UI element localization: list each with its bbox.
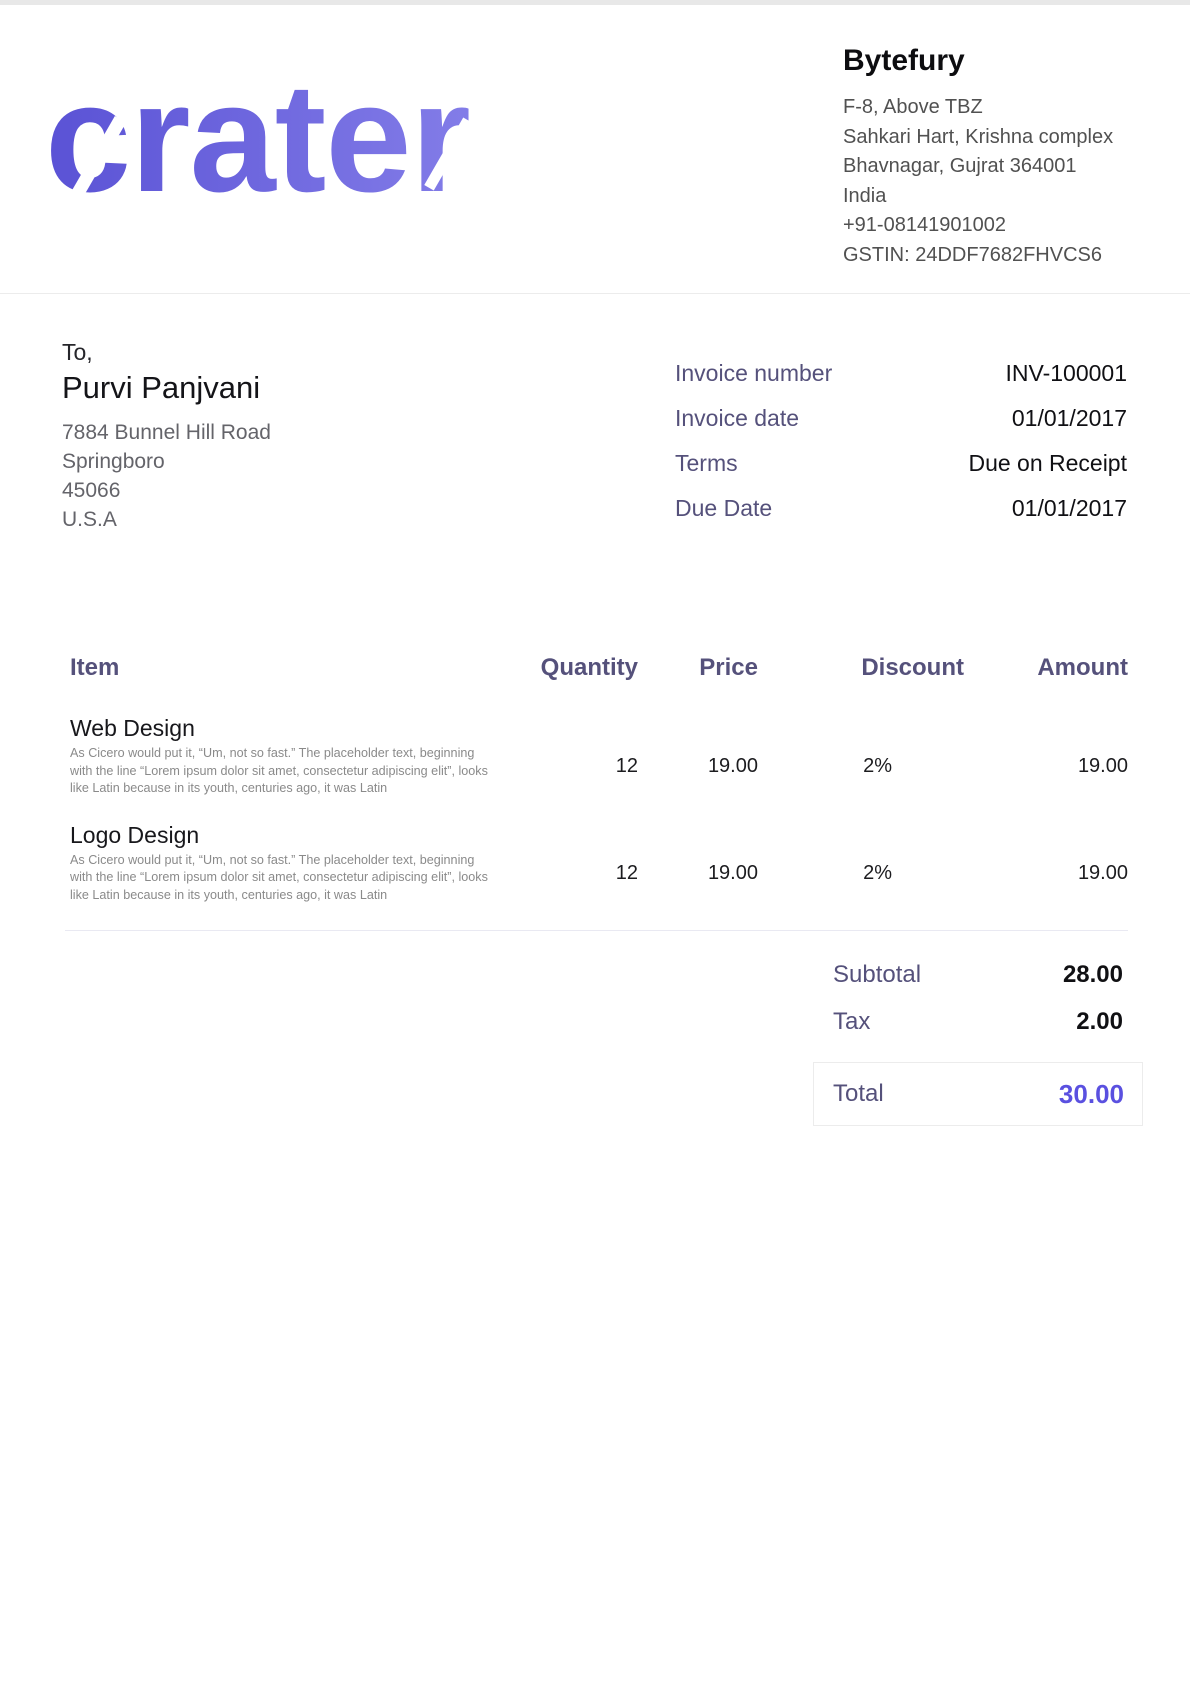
header-quantity: Quantity	[530, 655, 638, 681]
item-amount: 19.00	[964, 822, 1128, 905]
recipient-address-line: U.S.A	[62, 505, 482, 534]
company-address: F-8, Above TBZ Sahkari Hart, Krishna com…	[843, 93, 1173, 270]
subtotal-row: Subtotal 28.00	[813, 961, 1143, 989]
company-address-line: India	[843, 182, 1173, 212]
item-name: Logo Design	[70, 822, 530, 848]
invoice-date-value: 01/01/2017	[1012, 403, 1127, 433]
item-cell: Web Design As Cicero would put it, “Um, …	[70, 715, 530, 798]
header-price: Price	[638, 655, 758, 681]
company-block: Bytefury F-8, Above TBZ Sahkari Hart, Kr…	[843, 41, 1173, 270]
terms-value: Due on Receipt	[968, 448, 1127, 478]
subtotal-label: Subtotal	[833, 961, 921, 989]
invoice-date-label: Invoice date	[675, 403, 799, 433]
invoice-header: crater Bytefury F-8, Above TBZ Sahkari H…	[0, 5, 1190, 294]
item-cell: Logo Design As Cicero would put it, “Um,…	[70, 822, 530, 905]
items-table-header: Item Quantity Price Discount Amount	[70, 655, 1128, 681]
company-address-line: Sahkari Hart, Krishna complex	[843, 123, 1173, 153]
tax-label: Tax	[833, 1008, 870, 1036]
invoice-page: crater Bytefury F-8, Above TBZ Sahkari H…	[0, 0, 1190, 1684]
header-amount: Amount	[964, 655, 1128, 681]
subtotal-value: 28.00	[1063, 961, 1123, 989]
header-discount: Discount	[758, 655, 964, 681]
company-gstin: GSTIN: 24DDF7682FHVCS6	[843, 241, 1173, 271]
terms-label: Terms	[675, 448, 738, 478]
item-description: As Cicero would put it, “Um, not so fast…	[70, 852, 494, 905]
item-amount: 19.00	[964, 715, 1128, 798]
meta-row-invoice-number: Invoice number INV-100001	[675, 358, 1127, 403]
recipient-name: Purvi Panjvani	[62, 368, 482, 408]
tax-value: 2.00	[1076, 1008, 1123, 1036]
item-quantity: 12	[530, 822, 638, 905]
invoice-number-value: INV-100001	[1006, 358, 1127, 388]
company-phone: +91-08141901002	[843, 211, 1173, 241]
items-table: Item Quantity Price Discount Amount Web …	[70, 655, 1128, 928]
crater-logo: crater	[45, 63, 515, 213]
bill-to-block: To, Purvi Panjvani 7884 Bunnel Hill Road…	[62, 338, 482, 534]
total-value: 30.00	[1059, 1079, 1124, 1109]
item-price: 19.00	[638, 822, 758, 905]
item-description: As Cicero would put it, “Um, not so fast…	[70, 745, 494, 798]
table-row: Logo Design As Cicero would put it, “Um,…	[70, 822, 1128, 905]
tax-row: Tax 2.00	[813, 1008, 1143, 1036]
company-name: Bytefury	[843, 41, 1173, 81]
item-discount: 2%	[758, 715, 964, 798]
due-date-value: 01/01/2017	[1012, 493, 1127, 523]
item-name: Web Design	[70, 715, 530, 741]
meta-row-terms: Terms Due on Receipt	[675, 448, 1127, 493]
company-address-line: Bhavnagar, Gujrat 364001	[843, 152, 1173, 182]
total-box: Total 30.00	[813, 1062, 1143, 1126]
recipient-address-line: 45066	[62, 476, 482, 505]
total-label: Total	[833, 1080, 884, 1108]
company-address-line: F-8, Above TBZ	[843, 93, 1173, 123]
recipient-address-line: Springboro	[62, 447, 482, 476]
recipient-address: 7884 Bunnel Hill Road Springboro 45066 U…	[62, 418, 482, 534]
invoice-number-label: Invoice number	[675, 358, 832, 388]
item-quantity: 12	[530, 715, 638, 798]
header-item: Item	[70, 655, 530, 681]
totals-block: Subtotal 28.00 Tax 2.00 Total 30.00	[813, 955, 1143, 1126]
item-price: 19.00	[638, 715, 758, 798]
meta-row-invoice-date: Invoice date 01/01/2017	[675, 403, 1127, 448]
table-row: Web Design As Cicero would put it, “Um, …	[70, 715, 1128, 798]
item-discount: 2%	[758, 822, 964, 905]
recipient-address-line: 7884 Bunnel Hill Road	[62, 418, 482, 447]
table-bottom-divider	[65, 930, 1128, 931]
invoice-meta: Invoice number INV-100001 Invoice date 0…	[675, 358, 1127, 538]
to-label: To,	[62, 338, 482, 366]
due-date-label: Due Date	[675, 493, 772, 523]
meta-row-due-date: Due Date 01/01/2017	[675, 493, 1127, 538]
